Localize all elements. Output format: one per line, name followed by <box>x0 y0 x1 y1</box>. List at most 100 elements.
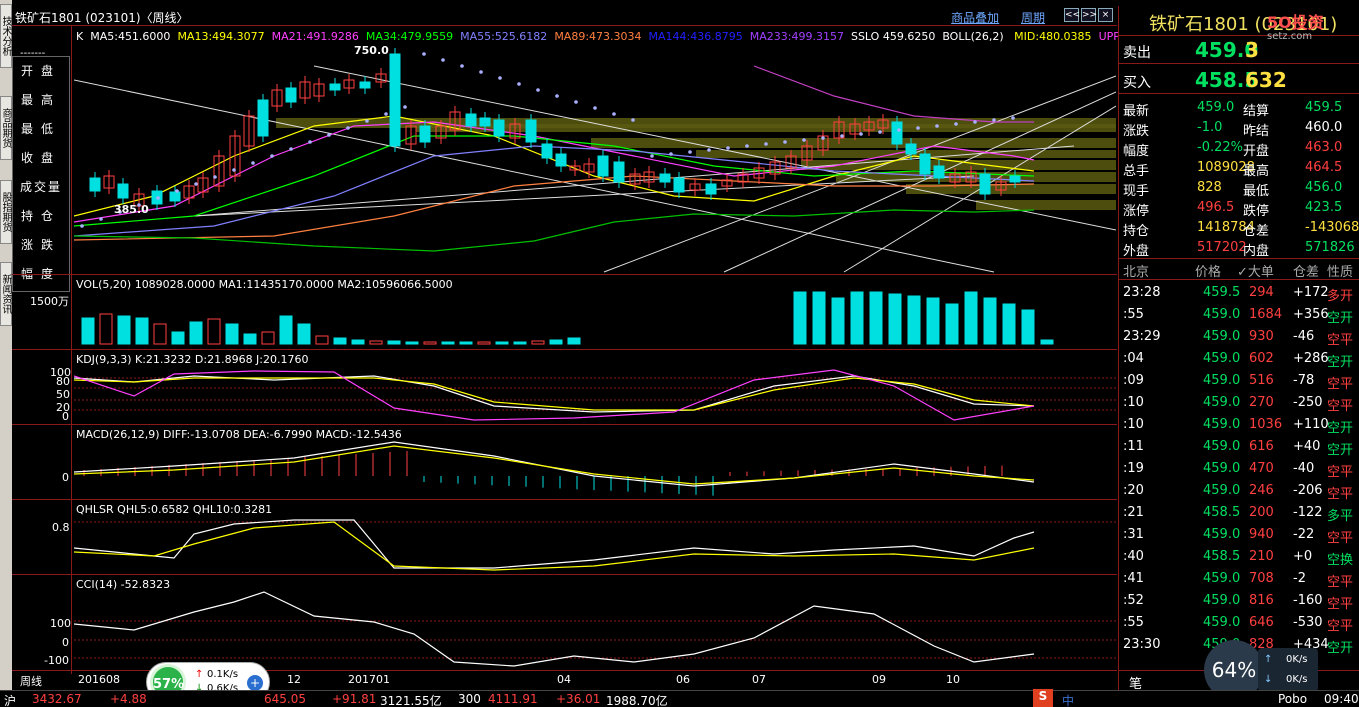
overlay-link[interactable]: 商品叠加 <box>951 11 999 25</box>
next-button[interactable]: >> <box>1081 8 1097 22</box>
quote-value: 463.0 <box>1305 140 1343 155</box>
sar-dot <box>574 100 578 104</box>
bid-row[interactable]: 买入 458.5 632 <box>1119 66 1359 94</box>
tick-oi: +172 <box>1293 285 1329 300</box>
volume-bar <box>888 293 902 345</box>
menu-open[interactable]: 开盘 <box>13 57 69 86</box>
ticks-col-oi: 仓差 <box>1293 265 1320 280</box>
status-item: +36.01 <box>556 692 601 706</box>
side-tab-index-futures[interactable]: 股指期货 <box>0 180 12 244</box>
tick-volume: 294 <box>1249 285 1274 300</box>
quote-label: 现手 <box>1123 184 1150 199</box>
candle <box>493 119 505 137</box>
ticks-col-volume: ✓大单 <box>1237 265 1274 280</box>
status-item: 300 <box>458 692 481 706</box>
close-button[interactable]: × <box>1098 8 1113 22</box>
status-item: 沪 <box>4 694 17 707</box>
period-link[interactable]: 周期 <box>1021 11 1045 25</box>
tick-time: :10 <box>1123 417 1144 432</box>
side-tab-news[interactable]: 新闻资讯 <box>0 262 12 326</box>
tick-time: :41 <box>1123 571 1144 586</box>
x-tick: 06 <box>676 673 690 686</box>
tick-volume: 816 <box>1249 593 1274 608</box>
quote-label: 最低 <box>1243 184 1270 199</box>
candle <box>705 183 717 195</box>
sar-dot <box>1011 116 1015 120</box>
tick-row: :10 459.0 1036 +110 空开 <box>1119 414 1359 436</box>
volume-bar <box>99 313 113 345</box>
prev-button[interactable]: << <box>1064 8 1080 22</box>
tick-price: 459.0 <box>1203 615 1241 630</box>
tick-row: :52 459.0 816 -160 空平 <box>1119 590 1359 612</box>
sar-dot <box>213 175 217 179</box>
candle <box>389 53 401 147</box>
volume-bar <box>459 341 473 345</box>
quote-label: 仓差 <box>1243 224 1270 239</box>
ma233-line <box>753 65 1034 123</box>
menu-change[interactable]: 涨跌 <box>13 231 69 260</box>
quote-value: 828 <box>1197 180 1222 195</box>
sogou-ime-icon[interactable]: S <box>1033 689 1053 707</box>
net-up-speed: 0.1K/s <box>207 669 239 680</box>
quote-row: 涨停 496.5 跌停 423.5 <box>1119 198 1359 219</box>
tick-type: 多平 <box>1327 509 1354 524</box>
side-tab-strip: 技术分析 商品期货 股指期货 新闻资讯 <box>0 0 12 690</box>
tick-type: 空开 <box>1327 421 1354 436</box>
volume-bar <box>513 341 527 345</box>
bid-volume: 632 <box>1245 68 1287 92</box>
candle <box>1009 175 1021 183</box>
tick-row: 23:28 459.5 294 +172 多开 <box>1119 282 1359 304</box>
menu-high[interactable]: 最高 <box>13 86 69 115</box>
sar-dot <box>289 147 293 151</box>
menu-openinterest[interactable]: 持仓 <box>13 202 69 231</box>
ticks-col-price: 价格 <box>1195 265 1222 280</box>
side-tab-commodity[interactable]: 商品期货 <box>0 96 12 160</box>
volume-bar <box>189 321 203 345</box>
tick-time: :19 <box>1123 461 1144 476</box>
status-item: Pobo <box>1278 692 1308 706</box>
quote-label: 外盘 <box>1123 244 1150 259</box>
kline-chart[interactable] <box>74 26 1116 674</box>
ime-mode[interactable]: 中 <box>1062 692 1074 707</box>
sar-dot <box>954 122 958 126</box>
volume-bar <box>153 323 167 345</box>
status-item: 09:40 <box>1324 692 1359 706</box>
kdj-d-line <box>74 377 1035 411</box>
tick-volume: 470 <box>1249 461 1274 476</box>
tick-volume: 200 <box>1249 505 1274 520</box>
tick-volume: 270 <box>1249 395 1274 410</box>
tick-price: 459.0 <box>1203 571 1241 586</box>
sar-dot <box>669 152 673 156</box>
quote-label: 最新 <box>1123 104 1150 119</box>
gauge2-down-speed: 0K/s <box>1286 674 1308 685</box>
tick-time: :10 <box>1123 395 1144 410</box>
candle <box>979 173 991 195</box>
menu-volume[interactable]: 成交量 <box>13 173 69 202</box>
volume-bar <box>793 291 807 345</box>
tick-type: 空平 <box>1327 597 1354 612</box>
quote-label: 开盘 <box>1243 144 1270 159</box>
quote-row: 外盘 517202 内盘 571826 <box>1119 238 1359 259</box>
sar-dot <box>707 148 711 152</box>
tick-oi: -46 <box>1293 329 1315 344</box>
sar-dot <box>479 70 483 74</box>
quote-label: 持仓 <box>1123 224 1150 239</box>
menu-close[interactable]: 收盘 <box>13 144 69 173</box>
bid-label: 买入 <box>1123 75 1151 91</box>
tick-type: 空平 <box>1327 333 1354 348</box>
volume-bar <box>983 297 997 345</box>
side-tab-technical[interactable]: 技术分析 <box>0 4 12 68</box>
status-item: 645.05 <box>264 692 306 706</box>
plus-icon[interactable]: + <box>247 675 263 691</box>
ask-row[interactable]: 卖出 459.0 3 <box>1119 36 1359 64</box>
candle <box>659 173 671 183</box>
status-item: 3432.67 <box>32 692 82 706</box>
sar-dot <box>764 142 768 146</box>
candle <box>613 161 625 183</box>
quote-label: 涨停 <box>1123 204 1150 219</box>
qhlsr-level: 0.8 <box>52 521 70 534</box>
sar-dot <box>973 120 977 124</box>
menu-low[interactable]: 最低 <box>13 115 69 144</box>
volume-bar <box>812 291 826 345</box>
support-band <box>591 138 1116 148</box>
